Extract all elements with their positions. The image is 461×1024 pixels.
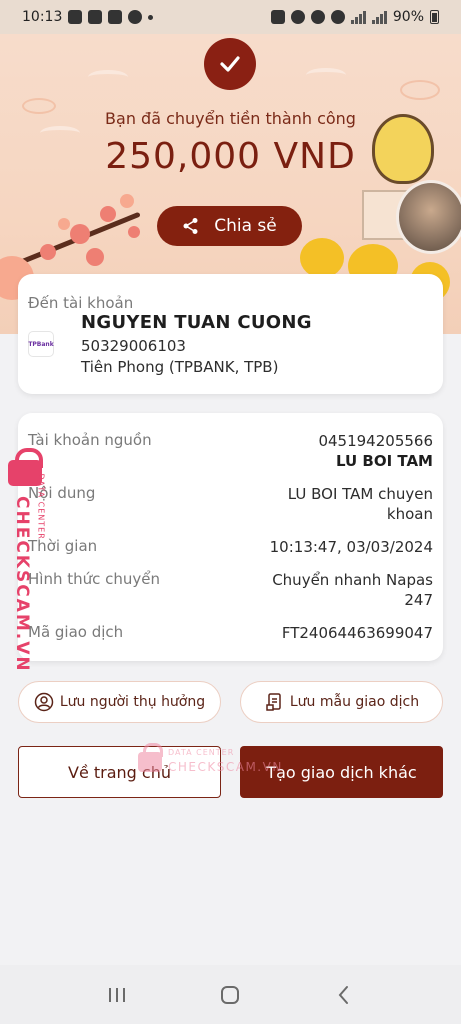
wifi-calling-icon (330, 10, 345, 24)
blossom-decoration (128, 226, 140, 238)
home-nav-icon (221, 985, 240, 1004)
recent-apps-icon (108, 987, 125, 1002)
chat-icon (128, 10, 143, 24)
blossom-decoration (70, 224, 90, 244)
destination-label: Đến tài khoản (28, 294, 134, 312)
blossom-decoration (58, 218, 70, 230)
battery-text: 90% (392, 9, 424, 25)
recent-apps-button[interactable] (97, 975, 137, 1015)
watermark-side: DATA CENTER CHECKSCAM.VN (4, 448, 52, 673)
battery-icon (430, 10, 439, 24)
more-notifications-icon (148, 14, 154, 20)
floating-avatar[interactable] (396, 180, 461, 254)
blossom-decoration (40, 244, 56, 260)
transaction-details-card: Tài khoản nguồn 045194205566 LU BOI TAM … (18, 413, 443, 661)
back-button[interactable] (324, 975, 364, 1015)
user-icon (34, 692, 54, 712)
watermark-side-big: CHECKSCAM.VN (12, 496, 32, 673)
bird-decoration (306, 68, 346, 82)
watermark-side-small: DATA CENTER (36, 473, 46, 540)
recipient-bank: Tiên Phong (TPBANK, TPB) (81, 358, 279, 376)
content-line-1: LU BOI TAM chuyen (287, 485, 433, 503)
save-template-button[interactable]: Lưu mẫu giao dịch (240, 681, 443, 723)
status-time: 10:13 (22, 9, 63, 25)
camera-icon (68, 10, 83, 24)
source-account-label: Tài khoản nguồn (28, 431, 152, 449)
recipient-name: NGUYEN TUAN CUONG (81, 312, 312, 333)
source-account-name: LU BOI TAM (335, 452, 433, 470)
bee-mascot (372, 114, 434, 184)
transaction-id-value: FT24064463699047 (281, 624, 433, 642)
watermark-center-small: DATA CENTER (168, 748, 235, 757)
alarm-icon (290, 10, 305, 24)
destination-card: Đến tài khoản TPBank NGUYEN TUAN CUONG 5… (18, 274, 443, 394)
shopping-icon (108, 10, 123, 24)
status-right: 90% (270, 9, 439, 25)
cloud-decoration (400, 80, 440, 100)
lock-icon (270, 10, 285, 24)
watermark-center-big: CHECKSCAM.VN (168, 760, 283, 774)
status-bar: 10:13 90% (0, 0, 461, 34)
tpbank-logo: TPBank (28, 331, 54, 357)
home-nav-button[interactable] (210, 975, 250, 1015)
recipient-account-number: 50329006103 (81, 337, 186, 355)
watermark-center-lock-icon (138, 743, 163, 772)
method-line-1: Chuyển nhanh Napas (272, 571, 433, 589)
blossom-decoration (86, 248, 104, 266)
document-icon (266, 693, 281, 711)
watermark-center: DATA CENTER CHECKSCAM.VN (138, 742, 281, 782)
youtube-icon (88, 10, 103, 24)
success-check-icon (204, 38, 256, 90)
content-line-2: khoan (386, 505, 433, 523)
signal-icon (350, 10, 366, 24)
time-value: 10:13:47, 03/03/2024 (269, 538, 433, 556)
blossom-decoration (120, 194, 134, 208)
share-label: Chia sẻ (214, 216, 277, 236)
method-line-2: 247 (404, 591, 433, 609)
save-recipient-label: Lưu người thụ hưởng (59, 694, 206, 710)
share-icon (183, 218, 198, 234)
blossom-decoration (100, 206, 116, 222)
source-account-number: 045194205566 (318, 432, 433, 450)
share-button[interactable]: Chia sẻ (157, 206, 302, 246)
wifi-icon (310, 10, 325, 24)
status-left: 10:13 (22, 9, 154, 25)
save-template-label: Lưu mẫu giao dịch (289, 694, 420, 710)
signal-2-icon (371, 10, 387, 24)
system-nav-bar (0, 965, 461, 1024)
back-icon (338, 985, 349, 1004)
save-recipient-button[interactable]: Lưu người thụ hưởng (18, 681, 221, 723)
bird-decoration (88, 70, 128, 84)
yellow-flower-decoration (300, 238, 344, 278)
